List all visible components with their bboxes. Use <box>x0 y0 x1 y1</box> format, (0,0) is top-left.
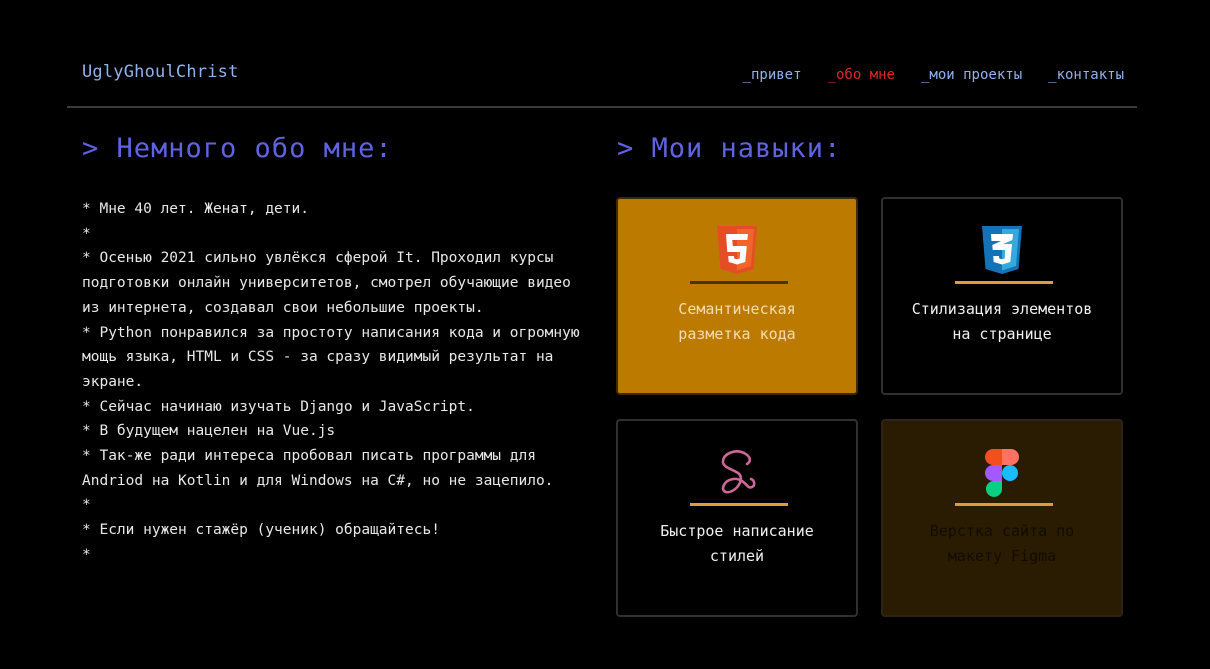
about-line: * <box>82 497 91 514</box>
about-line: * Python понравился за простоту написани… <box>82 324 580 390</box>
about-line: * Осенью 2021 сильно увлёкся сферой It. … <box>82 250 571 316</box>
figma-icon <box>979 447 1025 497</box>
html5-icon <box>714 225 760 275</box>
about-line: * <box>82 225 91 242</box>
css3-icon <box>979 225 1025 275</box>
skill-card-figma[interactable]: Верстка сайта по макету Figma <box>881 419 1123 617</box>
skill-card-css[interactable]: Стилизация элементов на странице <box>881 197 1123 395</box>
card-divider <box>955 503 1053 506</box>
sass-icon <box>714 447 760 497</box>
about-line: * Сейчас начинаю изучать Django и JavaSc… <box>82 398 475 415</box>
nav-link-hello[interactable]: _привет <box>743 67 802 83</box>
about-title: > Немного обо мне: <box>82 133 393 164</box>
card-divider <box>955 281 1053 284</box>
nav-link-contacts[interactable]: _контакты <box>1048 67 1124 83</box>
about-line: * <box>82 546 91 563</box>
about-line: * Мне 40 лет. Женат, дети. <box>82 201 309 217</box>
about-line: * Если нужен стажёр (ученик) обращайтесь… <box>82 522 440 539</box>
skill-card-sass[interactable]: Быстрое написание стилей <box>616 419 858 617</box>
skill-card-label: Быстрое написание стилей <box>660 522 814 565</box>
card-divider <box>690 503 788 506</box>
nav-link-projects[interactable]: _мои проекты <box>921 67 1022 83</box>
skills-title: > Мои навыки: <box>617 133 842 164</box>
site-logo[interactable]: UglyGhoulChrist <box>82 62 239 82</box>
about-line: * В будущем нацелен на Vue.js <box>82 423 336 440</box>
main-nav: _привет _обо мне _мои проекты _контакты <box>743 67 1124 83</box>
about-line: * Так-же ради интереса пробовал писать п… <box>82 448 554 489</box>
card-divider <box>690 281 788 284</box>
skill-card-label: Семантическая разметка кода <box>678 300 796 343</box>
nav-link-about[interactable]: _обо мне <box>828 67 895 83</box>
skill-card-label: Верстка сайта по макету Figma <box>929 522 1075 565</box>
site-header: UglyGhoulChrist _привет _обо мне _мои пр… <box>67 0 1137 108</box>
about-list: * Мне 40 лет. Женат, дети. * * Осенью 20… <box>82 197 582 568</box>
skill-card-label: Стилизация элементов на странице <box>911 300 1093 343</box>
skill-card-html[interactable]: Семантическая разметка кода <box>616 197 858 395</box>
